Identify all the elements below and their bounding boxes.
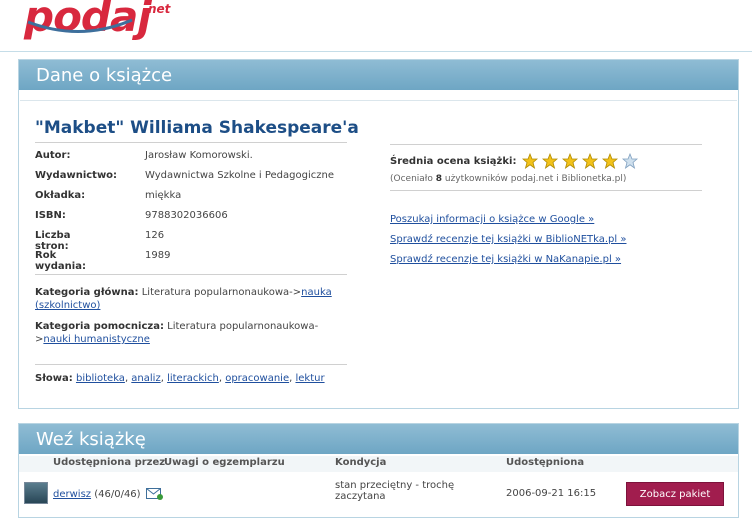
sub-category-link[interactable]: nauki humanistyczne (43, 334, 150, 345)
divider (35, 364, 347, 365)
condition-cell: stan przeciętny - trochę zaczytana (335, 480, 455, 502)
meta-value: miękka (145, 190, 182, 201)
user-cell: derwisz (46/0/46) (53, 488, 163, 500)
panel-heading: Weź książkę (19, 424, 738, 454)
view-package-button[interactable]: Zobacz pakiet (626, 482, 724, 506)
meta-label: Liczba stron: (35, 230, 71, 252)
keyword-link[interactable]: analiz (131, 373, 160, 384)
user-stats: (46/0/46) (94, 489, 141, 500)
meta-value: 126 (145, 230, 165, 241)
meta-label: Wydawnictwo: (35, 170, 118, 181)
star-empty-icon (621, 153, 638, 169)
meta-label: Okładka: (35, 190, 86, 201)
keyword-link[interactable]: lektur (295, 373, 324, 384)
star-filled-icon (521, 153, 538, 169)
top-bar: podaj net (0, 0, 752, 52)
star-filled-icon (581, 153, 598, 169)
keyword-link[interactable]: opracowanie (225, 373, 289, 384)
biblionetka-link[interactable]: Sprawdź recenzje tej książki w BiblioNET… (390, 230, 626, 250)
divider (390, 190, 702, 191)
rating-block: Średnia ocena książki: (Oceniało 8 użytk… (390, 153, 642, 184)
star-filled-icon (561, 153, 578, 169)
column-header: Udostępniona (506, 457, 585, 468)
google-link[interactable]: Poszukaj informacji o książce w Google » (390, 210, 626, 230)
table-row: derwisz (46/0/46) stan przeciętny - troc… (19, 474, 738, 514)
take-book-panel: Weź książkę Udostępniona przez Uwagi o e… (18, 423, 739, 518)
main-category-prefix: Literatura popularnonaukowa-> (141, 287, 302, 298)
rating-note-suffix: użytkowników podaj.net i Biblionetka.pl) (442, 174, 627, 184)
main-category-label: Kategoria główna: (35, 287, 139, 298)
meta-value: 9788302036606 (145, 210, 228, 221)
meta-value: 1989 (145, 250, 171, 261)
logo-suffix: net (148, 2, 171, 16)
meta-label: Autor: (35, 150, 71, 161)
avatar[interactable] (24, 482, 48, 504)
external-links: Poszukaj informacji o książce w Google »… (390, 210, 626, 270)
sub-category-label: Kategoria pomocnicza: (35, 321, 164, 332)
meta-label: Rok wydania: (35, 250, 86, 272)
star-filled-icon (601, 153, 618, 169)
meta-label: ISBN: (35, 210, 66, 221)
divider (390, 144, 702, 145)
keywords: Słowa: biblioteka, analiz, literackich, … (35, 373, 325, 384)
panel-heading: Dane o książce (19, 60, 738, 90)
rating-stars (521, 153, 642, 169)
date-cell: 2006-09-21 16:15 (506, 488, 597, 499)
table-header: Udostępniona przez Uwagi o egzemplarzu K… (19, 456, 738, 472)
message-icon[interactable] (145, 488, 163, 500)
logo-swoosh-icon (27, 18, 133, 34)
meta-value: Wydawnictwa Szkolne i Pedagogiczne (145, 170, 334, 181)
keyword-link[interactable]: biblioteka (76, 373, 125, 384)
nakanapie-link[interactable]: Sprawdź recenzje tej książki w NaKanapie… (390, 250, 626, 270)
column-header: Uwagi o egzemplarzu (164, 457, 285, 468)
rating-note: (Oceniało 8 użytkowników podaj.net i Bib… (390, 174, 642, 184)
rating-note-prefix: (Oceniało (390, 174, 436, 184)
sub-category: Kategoria pomocnicza: Literatura popular… (35, 320, 345, 346)
column-header: Kondycja (335, 457, 387, 468)
rating-label: Średnia ocena książki: (390, 156, 517, 167)
book-title: "Makbet" Williama Shakespeare'a (35, 118, 359, 138)
keyword-link[interactable]: literackich (167, 373, 219, 384)
panel-body (20, 100, 737, 408)
star-filled-icon (541, 153, 558, 169)
divider (35, 274, 347, 275)
main-category: Kategoria główna: Literatura popularnona… (35, 286, 345, 312)
book-details-panel: Dane o książce "Makbet" Williama Shakesp… (18, 59, 739, 409)
column-header: Udostępniona przez (53, 457, 166, 468)
user-link[interactable]: derwisz (53, 489, 91, 500)
keywords-label: Słowa: (35, 373, 73, 384)
meta-value: Jarosław Komorowski. (145, 150, 253, 161)
podaj-logo[interactable]: podaj net (24, 0, 170, 42)
divider (35, 142, 347, 143)
